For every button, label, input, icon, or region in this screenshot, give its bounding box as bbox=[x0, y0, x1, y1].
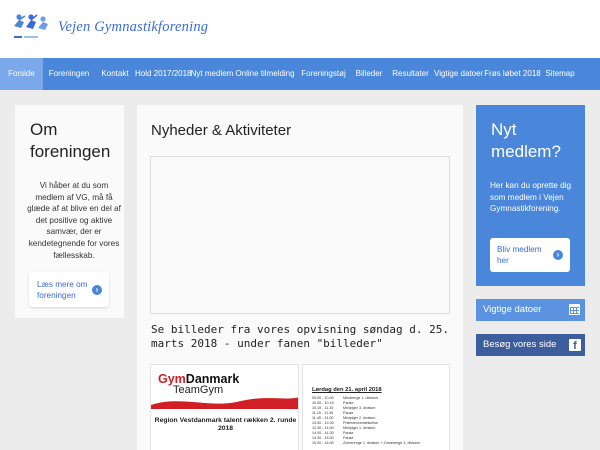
read-more-button[interactable]: Læs mere om foreningen › bbox=[29, 272, 109, 307]
nav-item-nyt-medlem[interactable]: Nyt medlem bbox=[190, 58, 234, 90]
schedule-row: 10.00 - 10.15 Pause bbox=[312, 401, 354, 405]
news-card: Nyheder & Aktiviteter Se billeder fra vo… bbox=[137, 105, 463, 450]
important-dates-button[interactable]: Vigtige datoer bbox=[476, 299, 585, 321]
schedule-row: 11.15 - 11.45 Pause bbox=[312, 411, 354, 415]
nav-item-foreningstoj[interactable]: Foreningstøj bbox=[296, 58, 351, 90]
site-brand[interactable]: Vejen Gymnastikforening bbox=[58, 19, 208, 36]
nav-item-hold[interactable]: Hold 2017/2018 bbox=[135, 58, 192, 90]
about-text: Vi håber at du som medlem af VG, må få g… bbox=[27, 181, 121, 260]
chevron-right-icon: › bbox=[553, 250, 563, 260]
facebook-page-label: Besøg vores side bbox=[483, 339, 557, 350]
nav-item-foreningen[interactable]: Foreningen bbox=[43, 58, 95, 90]
chevron-right-icon: › bbox=[92, 285, 102, 295]
nav-item-vigtige-datoer[interactable]: Vigtige datoer bbox=[434, 58, 483, 90]
facebook-icon: f bbox=[569, 339, 581, 351]
news-thumbnail-gymdanmark[interactable]: GymDanmark TeamGym Region Vestdanmark ta… bbox=[150, 364, 299, 450]
news-thumbnail-schedule[interactable]: Lørdag den 21. april 2018 09.00 - 10.00 M… bbox=[302, 364, 450, 450]
schedule-row: 13.00 - 13.30 Præmieoverrækkelse bbox=[312, 421, 379, 425]
schedule-row: 11.45 - 13.00 Minipiger 2. division bbox=[312, 416, 376, 420]
nav-item-resultater[interactable]: Resultater bbox=[387, 58, 434, 90]
news-notice: Se billeder fra vores opvisning søndag d… bbox=[151, 323, 450, 350]
become-member-label: Bliv medlem her bbox=[497, 245, 542, 265]
nav-item-kontakt[interactable]: Kontakt bbox=[95, 58, 135, 90]
nav-item-billeder[interactable]: Billeder bbox=[351, 58, 387, 90]
read-more-label: Læs mere om foreningen bbox=[37, 280, 88, 300]
news-title: Nyheder & Aktiviteter bbox=[151, 122, 292, 139]
nav-item-sitemap[interactable]: Sitemap bbox=[542, 58, 578, 90]
important-dates-label: Vigtige datoer bbox=[483, 304, 542, 315]
schedule-heading: Lørdag den 21. april 2018 bbox=[312, 387, 382, 393]
schedule-row: 15.00 - 16.00 Zumerenge 1. division + Zum… bbox=[312, 441, 420, 445]
new-member-text: Her kan du oprette dig som medlem i Veje… bbox=[490, 181, 572, 214]
about-card: Om foreningen Vi håber at du som medlem … bbox=[15, 105, 124, 318]
gymnasts-logo-icon[interactable] bbox=[12, 12, 50, 44]
schedule-row: 14.00 - 14.30 Pause bbox=[312, 431, 354, 435]
nav-item-fros-lobet[interactable]: Frøs løbet 2018 bbox=[483, 58, 542, 90]
region-text: Region Vestdanmark talent rækken 2. rund… bbox=[154, 417, 297, 433]
new-member-title: Nyt medlem? bbox=[491, 120, 561, 161]
schedule-row: 13.30 - 14.00 Minipiger 1. division bbox=[312, 426, 376, 430]
calendar-icon bbox=[569, 304, 580, 315]
main-nav: Forside Foreningen Kontakt Hold 2017/201… bbox=[0, 58, 600, 90]
site-header: Vejen Gymnastikforening bbox=[0, 0, 600, 58]
schedule-row: 14.30 - 15.00 Pause bbox=[312, 436, 354, 440]
nav-item-online-tilmelding[interactable]: Online tilmelding bbox=[234, 58, 296, 90]
schedule-row: 10.15 - 11.15 Minipiger 3. division bbox=[312, 406, 376, 410]
nav-item-forside[interactable]: Forside bbox=[0, 58, 43, 90]
page: Vejen Gymnastikforening Forside Forening… bbox=[0, 0, 600, 450]
video-embed[interactable] bbox=[150, 156, 450, 314]
facebook-page-button[interactable]: Besøg vores side f bbox=[476, 334, 585, 356]
about-title: Om foreningen bbox=[30, 120, 111, 161]
red-wave-decoration bbox=[151, 397, 298, 409]
schedule-row: 09.00 - 10.00 Mindrenge 1. division bbox=[312, 396, 378, 400]
new-member-card: Nyt medlem? Her kan du oprette dig som m… bbox=[476, 105, 585, 286]
become-member-button[interactable]: Bliv medlem her › bbox=[490, 238, 570, 272]
